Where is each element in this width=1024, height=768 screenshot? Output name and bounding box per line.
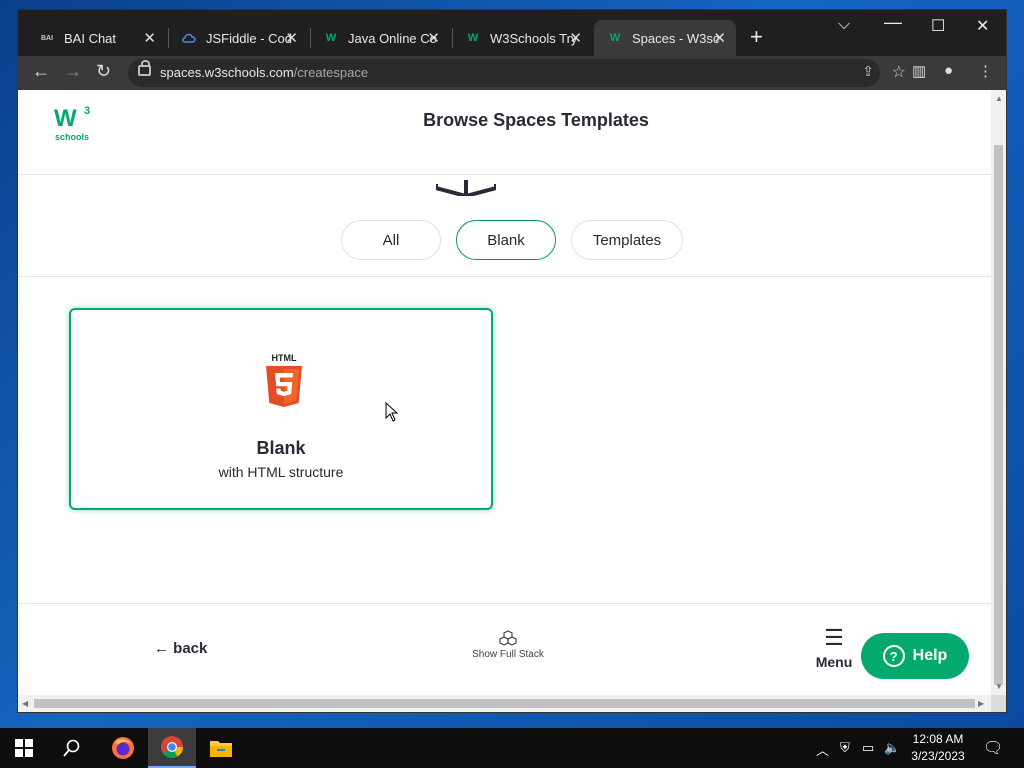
minimize-button[interactable]: —	[884, 12, 902, 33]
tab-java-online[interactable]: W Java Online Co ✕	[310, 20, 450, 56]
windows-logo-icon	[15, 739, 33, 757]
url-text: spaces.w3schools.com/createspace	[160, 65, 369, 80]
bai-favicon-icon: BAI	[40, 34, 54, 42]
question-icon: ?	[882, 645, 905, 667]
windows-taskbar: ︿ ⛨ ▭ 🔈 12:08 AM 3/23/2023 🗨	[0, 728, 1024, 768]
tab-spaces-active[interactable]: W Spaces - W3sc ✕	[594, 20, 736, 56]
clock-time: 12:08 AM	[912, 732, 964, 746]
vertical-scrollbar[interactable]: ▲ ▼	[991, 90, 1006, 695]
chrome-icon	[161, 736, 183, 758]
scrollbar-corner	[991, 695, 1006, 712]
firefox-taskbar-button[interactable]	[100, 728, 146, 768]
page-footer: ← back Show Full Stack ☰ Menu ? Help	[18, 603, 991, 695]
clock-date: 3/23/2023	[911, 749, 965, 763]
page-header: W 3 schools Browse Spaces Templates	[18, 90, 991, 175]
reload-icon[interactable]: ↻	[96, 61, 111, 82]
close-tab-icon[interactable]: ✕	[569, 29, 582, 47]
maximize-button[interactable]: ☐	[931, 16, 945, 36]
back-arrow-icon[interactable]: ←	[32, 61, 50, 82]
vertical-scroll-thumb[interactable]	[994, 145, 1003, 685]
scroll-up-icon[interactable]: ▲	[995, 94, 1003, 103]
scroll-left-icon[interactable]: ◀	[22, 699, 28, 708]
browser-toolbar: ← → ↻ spaces.w3schools.com/createspace ⇪…	[18, 56, 1006, 90]
cube-illustration	[434, 174, 498, 199]
horizontal-scrollbar[interactable]: ◀ ▶	[18, 695, 991, 712]
close-window-button[interactable]: ✕	[976, 16, 989, 36]
html5-icon: HTML	[264, 352, 304, 410]
back-link[interactable]: ← back	[154, 640, 207, 657]
tab-w3schools-try[interactable]: W W3Schools Try ✕	[452, 20, 592, 56]
profile-icon[interactable]: ●	[944, 62, 953, 79]
address-bar[interactable]: spaces.w3schools.com/createspace ⇪ ☆	[128, 59, 906, 87]
taskbar-clock[interactable]: 12:08 AM 3/23/2023	[902, 731, 974, 765]
close-tab-icon[interactable]: ✕	[285, 29, 298, 47]
tab-strip: BAI BAI Chat ✕ JSFiddle - Cod ✕ W Java O…	[18, 10, 1006, 56]
tab-bai-chat[interactable]: BAI BAI Chat ✕	[26, 20, 166, 56]
mouse-cursor-icon	[385, 401, 399, 427]
filter-all-pill[interactable]: All	[341, 220, 441, 260]
file-explorer-taskbar-button[interactable]	[198, 728, 244, 768]
close-tab-icon[interactable]: ✕	[143, 29, 156, 47]
close-tab-icon[interactable]: ✕	[713, 29, 726, 47]
divider	[18, 276, 991, 277]
logo-text: schools	[55, 132, 89, 142]
menu-label: Menu	[815, 654, 853, 670]
page-title: Browse Spaces Templates	[423, 110, 649, 130]
close-tab-icon[interactable]: ✕	[427, 29, 440, 47]
filter-pills: All Blank Templates	[18, 220, 991, 266]
share-icon[interactable]: ⇪	[862, 63, 874, 80]
cubes-icon	[458, 630, 558, 649]
search-button[interactable]	[50, 728, 94, 768]
notifications-icon[interactable]: 🗨	[983, 738, 1003, 758]
start-button[interactable]	[0, 728, 48, 768]
defender-icon[interactable]: ⛨	[840, 740, 850, 756]
w3schools-favicon-icon: W	[325, 32, 337, 44]
kebab-menu-icon[interactable]: ⋮	[978, 62, 993, 80]
bookmark-star-icon[interactable]: ☆	[892, 62, 906, 82]
help-button[interactable]: ? Help	[861, 633, 969, 679]
filter-templates-pill[interactable]: Templates	[571, 220, 683, 260]
scroll-down-icon[interactable]: ▼	[995, 682, 1003, 691]
folder-icon	[210, 741, 232, 757]
forward-arrow-icon[interactable]: →	[64, 61, 82, 82]
w3schools-favicon-icon: W	[609, 32, 621, 44]
scroll-right-icon[interactable]: ▶	[978, 699, 984, 708]
horizontal-scroll-thumb[interactable]	[34, 699, 975, 708]
card-title: Blank	[256, 438, 306, 458]
w3schools-favicon-icon: W	[467, 32, 479, 44]
volume-muted-icon[interactable]: 🔈	[884, 740, 900, 756]
firefox-icon	[112, 737, 134, 759]
hamburger-icon: ☰	[824, 625, 844, 650]
page-viewport: W 3 schools Browse Spaces Templates All …	[18, 90, 991, 695]
back-arrow-icon: ←	[154, 640, 169, 657]
svg-text:HTML: HTML	[272, 353, 297, 363]
full-stack-label: Show Full Stack	[472, 649, 544, 660]
menu-button[interactable]: ☰ Menu	[814, 625, 854, 671]
network-icon[interactable]: ▭	[862, 740, 874, 756]
card-subtitle: with HTML structure	[218, 464, 344, 480]
filter-blank-pill[interactable]: Blank	[456, 220, 556, 260]
jsfiddle-favicon-icon	[182, 31, 196, 45]
side-panel-icon[interactable]: ▥	[912, 62, 926, 80]
template-card-blank[interactable]: HTML Blank with HTML structure	[69, 308, 493, 510]
browser-window: BAI BAI Chat ✕ JSFiddle - Cod ✕ W Java O…	[18, 10, 1006, 712]
tab-jsfiddle[interactable]: JSFiddle - Cod ✕	[168, 20, 308, 56]
new-tab-button[interactable]: +	[750, 24, 763, 50]
tab-search-icon[interactable]: ⌵	[838, 16, 850, 34]
search-icon	[63, 739, 80, 757]
help-label: Help	[912, 647, 948, 664]
tray-chevron-icon[interactable]: ︿	[816, 740, 829, 759]
chrome-taskbar-button[interactable]	[148, 728, 196, 768]
show-full-stack-button[interactable]: Show Full Stack	[458, 630, 558, 660]
lock-icon	[138, 60, 151, 76]
